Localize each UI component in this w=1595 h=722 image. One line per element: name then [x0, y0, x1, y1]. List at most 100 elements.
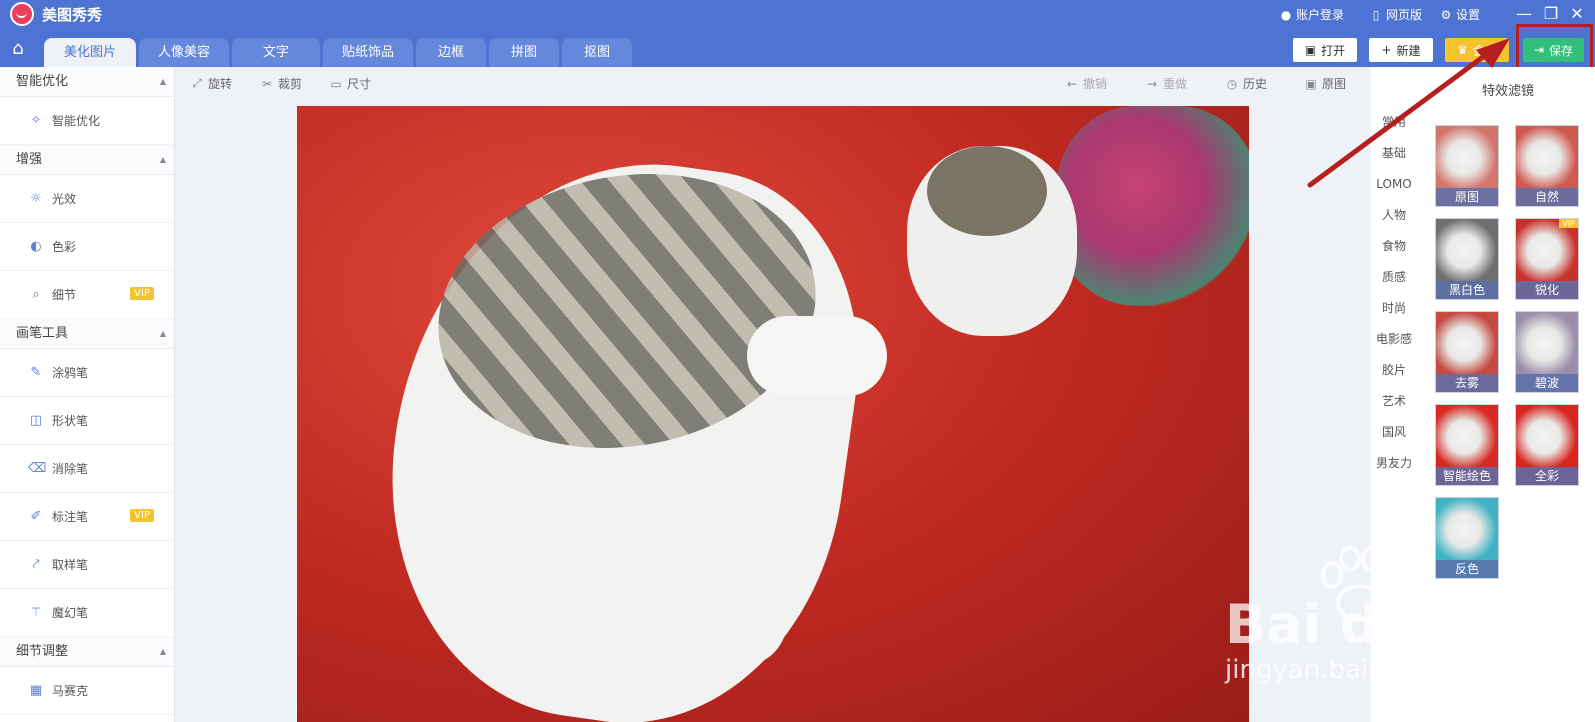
history-label: 历史 — [1243, 77, 1268, 91]
title-bar: 美图秀秀 ● 账户登录 ▯ 网页版 ⚙ 设置 — ❐ ✕ — [0, 0, 1595, 28]
magnifier-icon: ⌕ — [32, 286, 40, 302]
size-button[interactable]: ▭ 尺寸 — [329, 75, 371, 92]
tab-portrait[interactable]: 人像美容 — [139, 38, 229, 67]
tool-shape-pen[interactable]: ◫ 形状笔 — [0, 397, 174, 445]
category-item[interactable]: 艺术 — [1371, 386, 1417, 417]
filter-label: 原图 — [1436, 188, 1498, 206]
magic-wand-icon: ⚚ — [30, 604, 42, 620]
section-title: 智能优化 — [16, 74, 69, 89]
filter-invert[interactable]: 反色 — [1435, 497, 1499, 579]
cat-hind-paw — [627, 576, 787, 666]
filter-blue-wave[interactable]: 碧波 — [1515, 311, 1579, 393]
tool-magic-pen[interactable]: ⚚ 魔幻笔 — [0, 589, 174, 637]
undo-arrow-icon: ← — [1066, 76, 1078, 91]
tool-eraser-pen[interactable]: ⌫ 消除笔 — [0, 445, 174, 493]
filter-panel-title: 特效滤镜 — [1481, 84, 1534, 99]
category-item[interactable]: 男友力 — [1371, 448, 1417, 479]
undo-button[interactable]: ← 撤销 — [1065, 75, 1107, 92]
tool-label: 马赛克 — [52, 684, 89, 698]
scissors-icon: ✂ — [261, 76, 273, 91]
new-button[interactable]: + 新建 — [1369, 38, 1433, 62]
category-item[interactable]: 人物 — [1371, 200, 1417, 231]
filter-label: 锐化 — [1516, 281, 1578, 299]
redo-arrow-icon: → — [1146, 76, 1158, 91]
minimize-button[interactable]: — — [1513, 3, 1535, 25]
tab-stickers[interactable]: 贴纸饰品 — [323, 38, 413, 67]
tool-label: 魔幻笔 — [52, 606, 89, 620]
category-item[interactable]: 时尚 — [1371, 293, 1417, 324]
app-title: 美图秀秀 — [42, 6, 103, 24]
category-item[interactable]: 基础 — [1371, 138, 1417, 169]
section-brush-tools[interactable]: 画笔工具 ▲ — [0, 319, 174, 349]
tool-label: 取样笔 — [52, 558, 89, 572]
left-tool-panel: 智能优化 ▲ ✧ 智能优化 增强 ▲ ☼ 光效 ◐ 色彩 ⌕ 细节 VIP 画笔… — [0, 67, 175, 722]
vip-badge: VIP — [130, 287, 154, 300]
tool-sample-pen[interactable]: ⤤ 取样笔 — [0, 541, 174, 589]
tool-doodle-pen[interactable]: ✎ 涂鸦笔 — [0, 349, 174, 397]
category-item[interactable]: 常用 — [1371, 107, 1417, 138]
tool-mosaic[interactable]: ▦ 马赛克 — [0, 667, 174, 715]
category-item[interactable]: 国风 — [1371, 417, 1417, 448]
tool-label: 色彩 — [52, 240, 77, 254]
category-item[interactable]: 电影感 — [1371, 324, 1417, 355]
filter-natural[interactable]: 自然 — [1515, 125, 1579, 207]
palette-icon: ◐ — [30, 238, 42, 254]
filter-original[interactable]: 原图 — [1435, 125, 1499, 207]
filter-label: 去雾 — [1436, 374, 1498, 392]
tool-label: 标注笔 — [52, 510, 89, 524]
category-item[interactable]: 胶片 — [1371, 355, 1417, 386]
category-item[interactable]: LOMO — [1371, 169, 1417, 200]
filter-label: 碧波 — [1516, 374, 1578, 392]
tool-annotate-pen[interactable]: ✐ 标注笔 VIP — [0, 493, 174, 541]
filter-label: 智能绘色 — [1436, 467, 1498, 485]
tool-label: 光效 — [52, 192, 77, 206]
tool-light-effect[interactable]: ☼ 光效 — [0, 175, 174, 223]
phone-icon: ▯ — [1372, 7, 1380, 22]
web-version-link[interactable]: ▯ 网页版 — [1370, 6, 1422, 23]
close-button[interactable]: ✕ — [1566, 3, 1588, 25]
home-icon[interactable]: ⌂ — [4, 38, 32, 66]
vip-badge: VIP — [1559, 219, 1578, 228]
clock-icon: ◷ — [1226, 76, 1238, 91]
undo-label: 撤销 — [1083, 77, 1108, 91]
original-label: 原图 — [1322, 77, 1347, 91]
settings-link[interactable]: ⚙ 设置 — [1440, 6, 1480, 23]
section-title: 画笔工具 — [16, 326, 69, 341]
tab-text[interactable]: 文字 — [232, 38, 320, 67]
account-login-link[interactable]: ● 账户登录 — [1280, 6, 1344, 23]
category-item[interactable]: 食物 — [1371, 231, 1417, 262]
open-button[interactable]: ▣ 打开 — [1293, 38, 1357, 62]
filter-black-white[interactable]: 黑白色 — [1435, 218, 1499, 300]
redo-button[interactable]: → 重做 — [1145, 75, 1187, 92]
section-smart-optimize[interactable]: 智能优化 ▲ — [0, 67, 174, 97]
tab-frame[interactable]: 边框 — [416, 38, 486, 67]
tool-smart-optimize[interactable]: ✧ 智能优化 — [0, 97, 174, 145]
shape-icon: ◫ — [29, 412, 43, 428]
crop-label: 裁剪 — [278, 77, 303, 91]
tab-collage[interactable]: 拼图 — [489, 38, 559, 67]
collapse-caret-icon: ▲ — [159, 329, 166, 338]
filter-sharpen[interactable]: VIP 锐化 — [1515, 218, 1579, 300]
category-item[interactable]: 质感 — [1371, 262, 1417, 293]
maximize-button[interactable]: ❐ — [1540, 3, 1562, 25]
section-detail-adjust[interactable]: 细节调整 ▲ — [0, 637, 174, 667]
account-label: 账户登录 — [1296, 8, 1345, 22]
filter-category-nav: 常用 基础 LOMO 人物 食物 质感 时尚 电影感 胶片 艺术 国风 男友力 — [1371, 107, 1417, 479]
vip-button[interactable]: ♛ 会员 — [1445, 38, 1509, 62]
original-button[interactable]: ▣ 原图 — [1304, 75, 1346, 92]
filter-smart-color[interactable]: 智能绘色 — [1435, 404, 1499, 486]
tool-label: 形状笔 — [52, 414, 89, 428]
history-button[interactable]: ◷ 历史 — [1225, 75, 1267, 92]
photo-canvas[interactable] — [297, 106, 1249, 722]
tab-beautify[interactable]: 美化图片 — [44, 38, 136, 67]
tab-cutout[interactable]: 抠图 — [562, 38, 632, 67]
tool-detail[interactable]: ⌕ 细节 VIP — [0, 271, 174, 319]
rotate-button[interactable]: ⤢ 旋转 — [190, 75, 232, 92]
crop-button[interactable]: ✂ 裁剪 — [260, 75, 302, 92]
filter-full-color[interactable]: 全彩 — [1515, 404, 1579, 486]
section-enhance[interactable]: 增强 ▲ — [0, 145, 174, 175]
tool-color[interactable]: ◐ 色彩 — [0, 223, 174, 271]
filter-dehaze[interactable]: 去雾 — [1435, 311, 1499, 393]
plus-icon: + — [1381, 43, 1392, 57]
gear-icon: ⚙ — [1440, 7, 1452, 22]
